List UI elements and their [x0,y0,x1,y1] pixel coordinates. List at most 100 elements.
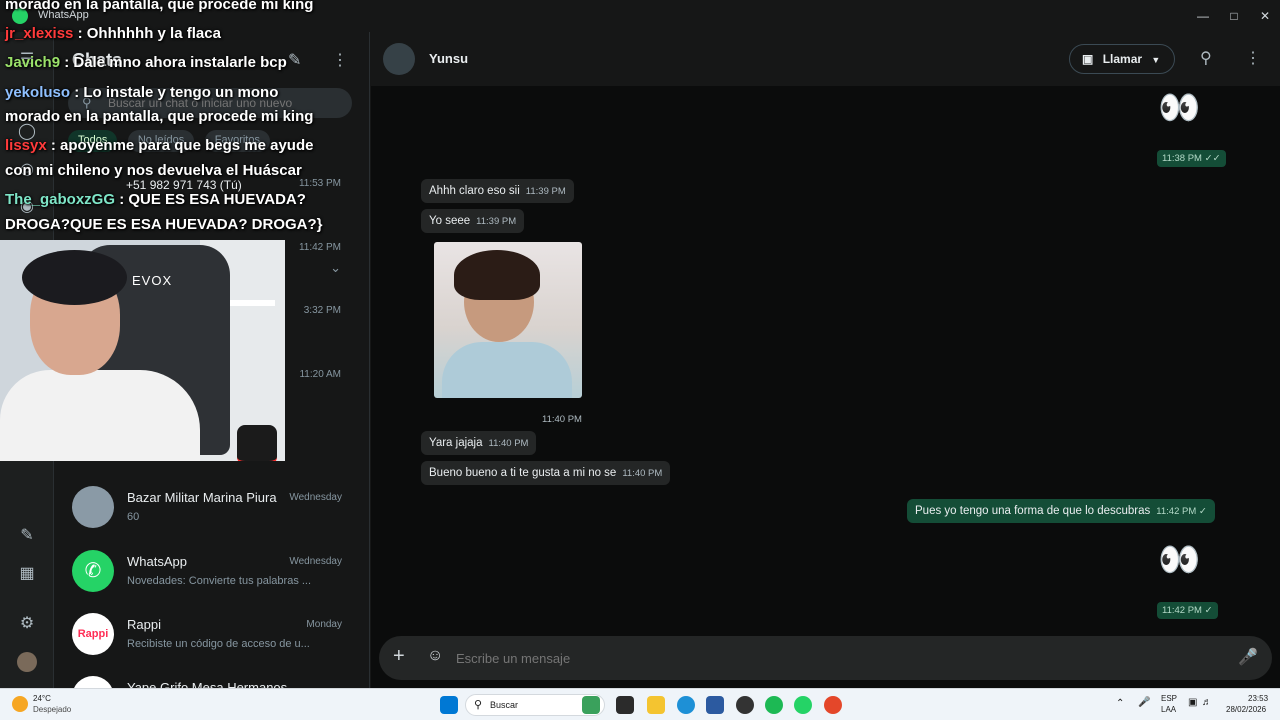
weather-condition[interactable]: Despejado [33,705,71,714]
edge-browser-icon[interactable] [677,696,695,714]
incoming-message: Ahhh claro eso sii 11:39 PM [421,179,574,203]
chat-row-rappi[interactable]: Rappi Rappi Monday Recibiste un código d… [54,605,370,665]
message-text: Bueno bueno a ti te gusta a mi no se [429,467,617,479]
maximize-icon[interactable]: □ [1219,4,1249,28]
avatar [72,486,114,528]
call-label: Llamar [1102,52,1143,66]
spotify-icon[interactable] [765,696,783,714]
chat-time: Wednesday [289,556,342,567]
chrome-icon[interactable] [824,696,842,714]
chat-name: Rappi [127,617,161,632]
microphone-icon[interactable]: 🎤 [1238,647,1258,667]
emoji-icon[interactable]: ☺ [427,647,443,665]
message-text: Yo seee [429,215,471,227]
stream-chat-text: : Ohhhhhh y la flaca [77,25,221,42]
attach-plus-icon[interactable]: + [393,645,405,668]
whatsapp-logo-icon: ✆ [72,550,114,592]
stream-chat-line: jr_xlexiss : Ohhhhhh y la flaca [5,25,221,42]
message-time: 11:42 PM ✓ [1157,602,1218,619]
message-text: Yara jajaja [429,437,483,449]
windows-start-icon[interactable] [440,696,458,714]
message-time: 11:42 PM ✓ [1156,506,1207,517]
settings-gear-icon[interactable]: ⚙ [17,614,37,634]
stream-chat-line: DROGA?QUE ES ESA HUEVADA? DROGA?} [5,216,323,233]
contact-name[interactable]: Yunsu [429,51,468,66]
chat-time: Monday [306,619,342,630]
chat-row-whatsapp[interactable]: ✆ WhatsApp Wednesday Novedades: Conviert… [54,542,370,602]
photo-shirt [442,342,572,398]
outgoing-message: Pues yo tengo una forma de que lo descub… [907,499,1215,523]
message-time: 11:40 PM [488,438,529,449]
chat-time: 11:20 AM [299,369,341,380]
search-icon: ⚲ [474,699,483,711]
message-text: Pues yo tengo una forma de que lo descub… [915,505,1151,517]
webcam-person-hair [22,250,127,305]
more-options-icon[interactable]: ⋮ [1245,48,1261,68]
close-icon[interactable]: ✕ [1250,4,1280,28]
chat-name: WhatsApp [127,554,187,569]
message-time: 11:38 PM ✓✓ [1157,150,1226,167]
chevron-down-icon: ▼ [1151,55,1161,65]
incoming-message: Bueno bueno a ti te gusta a mi no se 11:4… [421,461,671,485]
stream-chat-line: morado en la pantalla, que procede mi ki… [5,0,313,13]
avatar [72,676,114,688]
file-explorer-icon[interactable] [647,696,665,714]
chevron-up-icon[interactable]: ⌃ [1116,698,1124,709]
stream-chat-user: lissyx [5,137,47,154]
chat-preview: Recibiste un código de acceso de u... [127,638,310,650]
chat-row-yape[interactable]: Yape Grifo Mesa Hermanos [54,668,370,688]
windows-taskbar: 24°C Despejado ⚲ Buscar ⌃ ESP LAA 🎤 ▣ ♬ … [0,688,1280,720]
call-button[interactable]: ▣ Llamar ▼ [1069,44,1175,74]
incoming-message: Yo seee 11:39 PM [421,209,525,233]
clock-date[interactable]: 28/02/2026 [1226,705,1266,714]
stream-chat-line: The_gaboxzGG : QUE ES ESA HUEVADA? [5,191,306,208]
chat-preview: Novedades: Convierte tus palabras ... [127,575,312,587]
stream-chat-user: jr_xlexiss [5,25,74,42]
incoming-message: Yara jajaja 11:40 PM [421,431,537,455]
whatsapp-taskbar-icon[interactable] [794,696,812,714]
obs-icon[interactable] [736,696,754,714]
volume-icon[interactable]: ♬ [1202,697,1212,708]
message-time: 11:39 PM [525,186,566,197]
edit-media-icon[interactable]: ✎ [17,526,37,546]
keyboard-layout[interactable]: LAA [1161,705,1176,714]
webcam-person-body [0,370,200,461]
chevron-down-icon[interactable]: ⌄ [330,260,341,276]
eyes-emoji-message: 👀 [1158,541,1201,579]
rappi-logo-icon: Rappi [72,613,114,655]
message-time: 11:40 PM [622,468,663,479]
stream-chat-overlay: morado en la pantalla, que procede mi ki… [0,0,340,240]
minimize-icon[interactable]: — [1188,4,1218,28]
stream-chat-text: con mi chileno y nos devuelva el Huáscar [5,162,302,179]
chat-name: Bazar Militar Marina Piura [127,490,277,505]
stream-chat-text: : apoyenme para que begs me ayude [50,137,314,154]
network-icon[interactable]: ▣ [1188,697,1197,708]
conversation-panel: Yunsu ▣ Llamar ▼ ⚲ ⋮ 👀 11:38 PM ✓✓ Ahhh … [371,32,1280,688]
language-code[interactable]: ESP [1161,694,1177,703]
contact-avatar[interactable] [383,43,415,75]
stream-chat-line: morado en la pantalla, que procede mi ki… [5,108,313,125]
chat-row-bazar[interactable]: Bazar Militar Marina Piura Wednesday 60 [54,478,370,538]
game-icon[interactable] [582,696,600,714]
stream-chat-text: morado en la pantalla, que procede mi ki… [5,0,314,13]
whatsapp-window: WhatsApp — □ ✕ ☰ ◯ ◎ ◉ ✎ ▦ ⚙ Chats ✎ ⋮ ⚲… [0,0,1280,688]
clock-time[interactable]: 23:53 [1248,694,1268,703]
video-camera-icon: ▣ [1082,52,1094,66]
image-message[interactable] [434,242,582,398]
stream-chat-text: : QUE ES ESA HUEVADA? [119,191,306,208]
photo-hair [454,250,540,300]
terminal-icon[interactable] [616,696,634,714]
search-icon[interactable]: ⚲ [1200,48,1212,68]
microphone-icon[interactable]: 🎤 [1138,697,1150,708]
profile-avatar[interactable] [17,652,37,672]
weather-icon[interactable] [12,696,28,712]
webcam-microphone [237,425,277,461]
chat-preview: 60 [127,511,140,523]
message-input[interactable] [456,648,1216,668]
stream-chat-user: yekoluso [5,84,71,101]
store-icon[interactable] [706,696,724,714]
stream-chat-text: morado en la pantalla, que procede mi ki… [5,108,314,125]
chat-name: Yape Grifo Mesa Hermanos [127,680,288,688]
gallery-icon[interactable]: ▦ [17,564,37,584]
weather-temp[interactable]: 24°C [33,694,51,703]
